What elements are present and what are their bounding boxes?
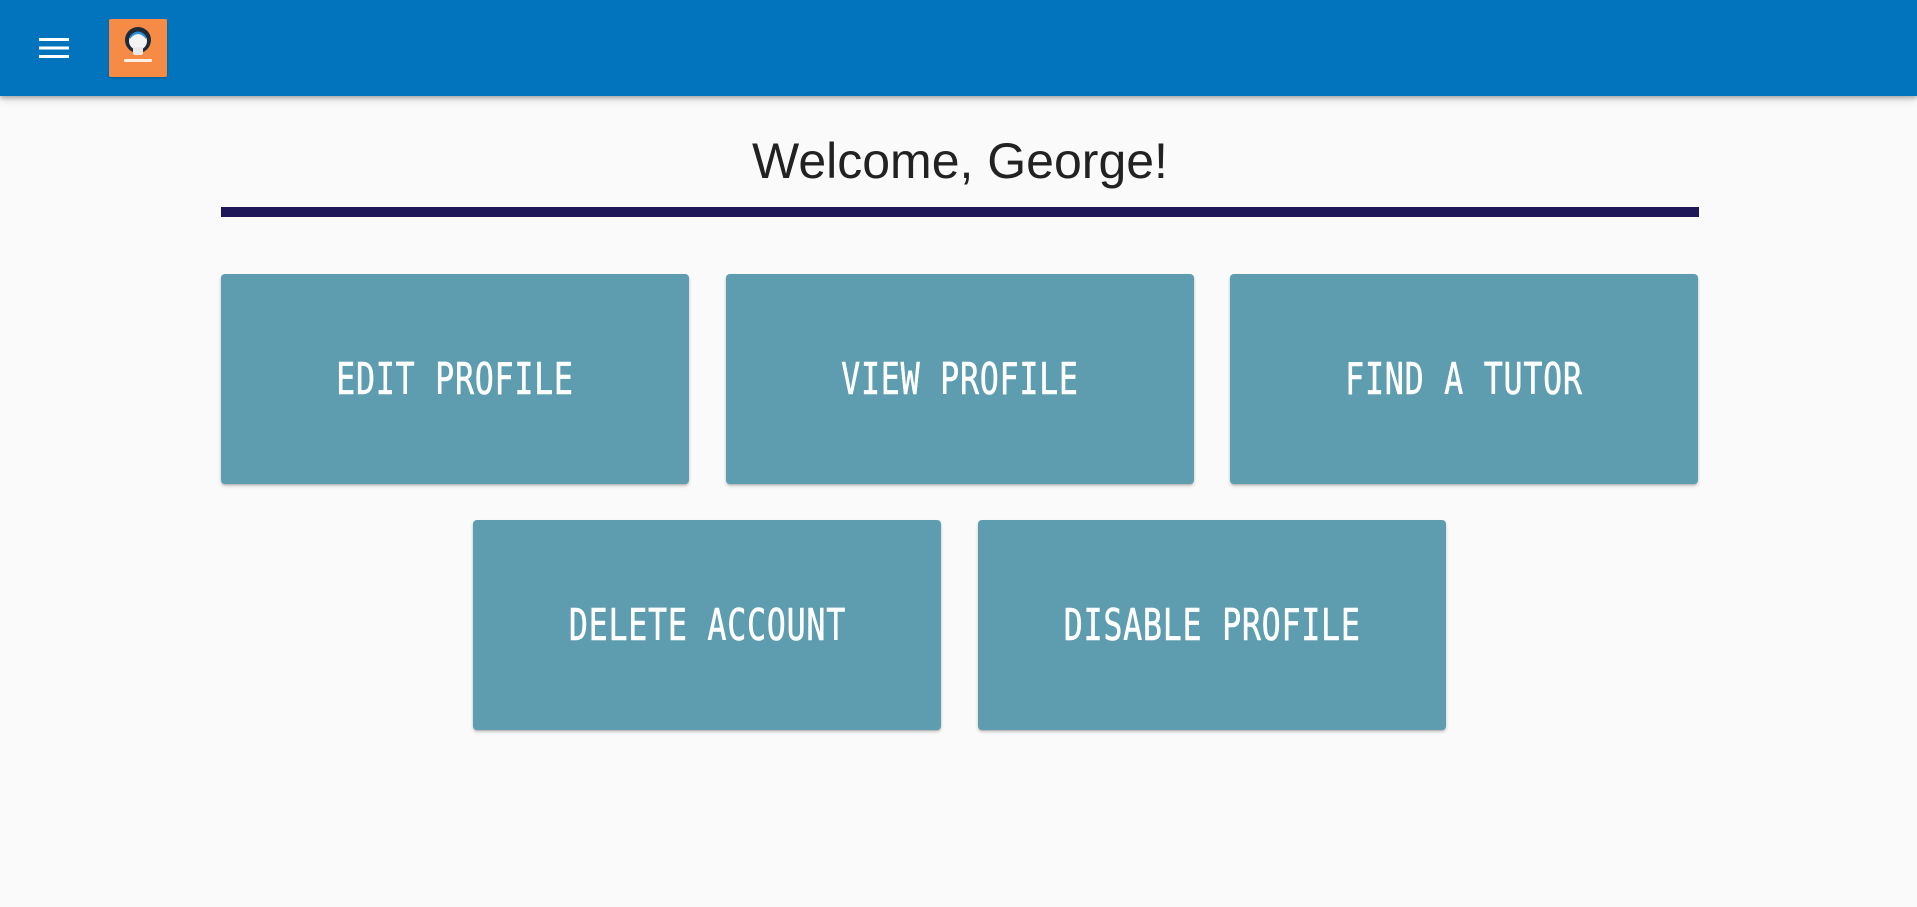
tutor-logo-icon xyxy=(109,19,167,77)
edit-profile-button[interactable]: EDIT PROFILE xyxy=(221,274,689,484)
app-logo[interactable] xyxy=(109,19,167,77)
view-profile-label: VIEW PROFILE xyxy=(841,353,1079,405)
page-title: Welcome, George! xyxy=(752,133,1168,189)
find-a-tutor-label: FIND A TUTOR xyxy=(1345,353,1583,405)
edit-profile-label: EDIT PROFILE xyxy=(336,353,574,405)
disable-profile-label: DISABLE PROFILE xyxy=(1063,599,1361,651)
hamburger-menu-icon xyxy=(39,38,69,58)
find-a-tutor-button[interactable]: FIND A TUTOR xyxy=(1230,274,1698,484)
title-divider xyxy=(221,207,1699,217)
view-profile-button[interactable]: VIEW PROFILE xyxy=(726,274,1194,484)
disable-profile-button[interactable]: DISABLE PROFILE xyxy=(978,520,1446,730)
app-bar xyxy=(0,0,1917,96)
delete-account-label: DELETE ACCOUNT xyxy=(568,599,846,651)
delete-account-button[interactable]: DELETE ACCOUNT xyxy=(473,520,941,730)
menu-button[interactable] xyxy=(26,20,82,76)
